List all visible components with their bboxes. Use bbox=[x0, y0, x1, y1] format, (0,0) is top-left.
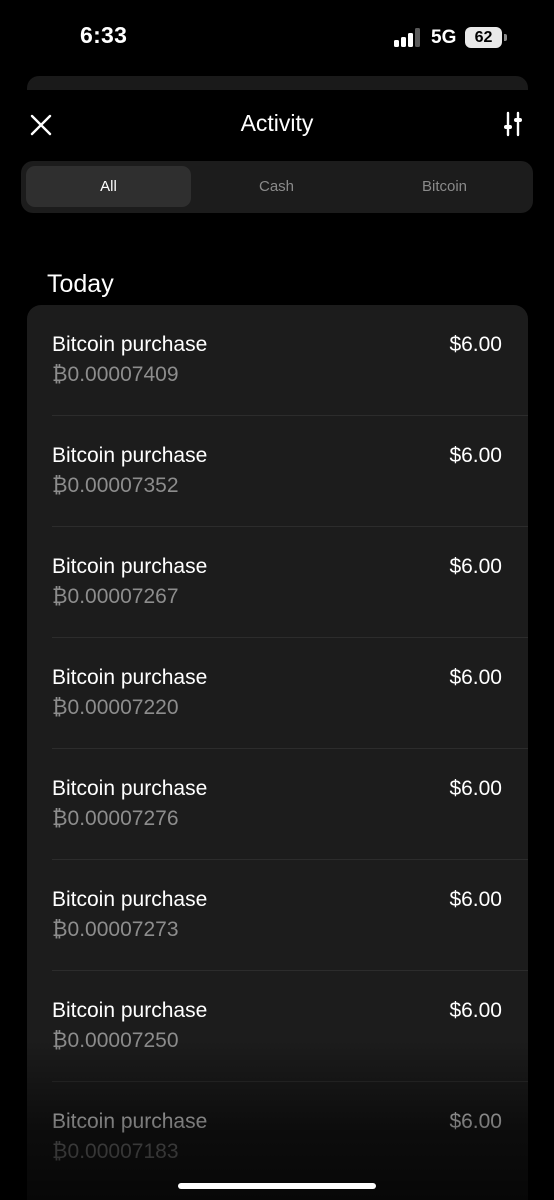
transaction-row[interactable]: Bitcoin purchase ₿0.00007183 $6.00 bbox=[27, 1082, 528, 1193]
activity-filter-tabs: All Cash Bitcoin bbox=[21, 161, 533, 213]
home-indicator[interactable] bbox=[178, 1183, 376, 1189]
transaction-title: Bitcoin purchase bbox=[52, 777, 208, 800]
transaction-row[interactable]: Bitcoin purchase ₿0.00007267 $6.00 bbox=[27, 527, 528, 638]
transaction-title: Bitcoin purchase bbox=[52, 666, 208, 689]
status-bar: 6:33 5G 62 bbox=[0, 0, 554, 70]
transaction-usd-amount: $6.00 bbox=[449, 444, 502, 467]
transaction-btc-amount: ₿0.00007409 bbox=[52, 363, 179, 386]
cellular-signal-icon bbox=[394, 28, 422, 47]
sliders-icon bbox=[504, 111, 522, 137]
header: Activity bbox=[0, 96, 554, 154]
filter-button[interactable] bbox=[497, 108, 529, 140]
transaction-row[interactable]: Bitcoin purchase ₿0.00007409 $6.00 bbox=[27, 305, 528, 416]
transaction-title: Bitcoin purchase bbox=[52, 333, 208, 356]
transaction-row[interactable]: Bitcoin purchase ₿0.00007220 $6.00 bbox=[27, 638, 528, 749]
transaction-title: Bitcoin purchase bbox=[52, 444, 208, 467]
activity-screen: 6:33 5G 62 Activity All Cash Bitcoin Tod… bbox=[0, 0, 554, 1200]
transaction-title: Bitcoin purchase bbox=[52, 555, 208, 578]
transaction-usd-amount: $6.00 bbox=[449, 1110, 502, 1133]
transaction-usd-amount: $6.00 bbox=[449, 555, 502, 578]
tab-cash[interactable]: Cash bbox=[194, 166, 359, 207]
transaction-btc-amount: ₿0.00007183 bbox=[52, 1140, 179, 1163]
transaction-usd-amount: $6.00 bbox=[449, 888, 502, 911]
transaction-btc-amount: ₿0.00007352 bbox=[52, 474, 179, 497]
section-title-today: Today bbox=[47, 270, 114, 298]
transaction-row[interactable]: Bitcoin purchase ₿0.00007352 $6.00 bbox=[27, 416, 528, 527]
transaction-title: Bitcoin purchase bbox=[52, 1110, 208, 1133]
transaction-usd-amount: $6.00 bbox=[449, 999, 502, 1022]
transaction-title: Bitcoin purchase bbox=[52, 888, 208, 911]
transaction-btc-amount: ₿0.00007220 bbox=[52, 696, 179, 719]
transaction-usd-amount: $6.00 bbox=[449, 777, 502, 800]
background-sheet-edge bbox=[27, 76, 528, 90]
tab-bitcoin[interactable]: Bitcoin bbox=[362, 166, 527, 207]
transaction-usd-amount: $6.00 bbox=[449, 333, 502, 356]
transaction-row[interactable]: Bitcoin purchase ₿0.00007250 $6.00 bbox=[27, 971, 528, 1082]
battery-icon: 62 bbox=[465, 27, 507, 48]
transaction-row[interactable]: Bitcoin purchase ₿0.00007273 $6.00 bbox=[27, 860, 528, 971]
transaction-list: Bitcoin purchase ₿0.00007409 $6.00 Bitco… bbox=[27, 305, 528, 1200]
transaction-btc-amount: ₿0.00007276 bbox=[52, 807, 179, 830]
tab-all[interactable]: All bbox=[26, 166, 191, 207]
transaction-btc-amount: ₿0.00007267 bbox=[52, 585, 179, 608]
network-type: 5G bbox=[431, 27, 457, 48]
transaction-usd-amount: $6.00 bbox=[449, 666, 502, 689]
page-title: Activity bbox=[240, 110, 314, 136]
status-time: 6:33 bbox=[80, 22, 128, 48]
transaction-title: Bitcoin purchase bbox=[52, 999, 208, 1022]
transaction-btc-amount: ₿0.00007273 bbox=[52, 918, 179, 941]
transaction-btc-amount: ₿0.00007250 bbox=[52, 1029, 179, 1052]
transaction-row[interactable]: Bitcoin purchase ₿0.00007276 $6.00 bbox=[27, 749, 528, 860]
